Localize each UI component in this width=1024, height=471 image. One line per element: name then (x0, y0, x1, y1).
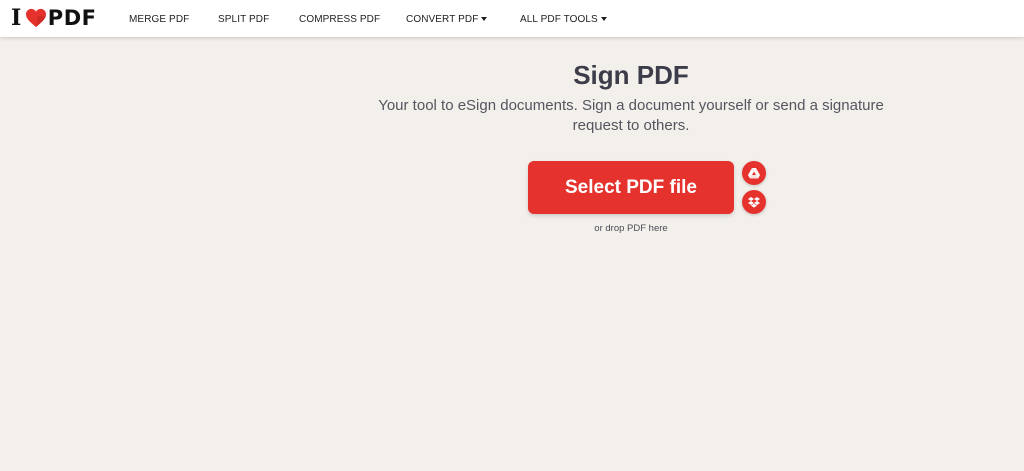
select-pdf-file-button[interactable]: Select PDF file (528, 161, 734, 214)
nav-item-label: SPLIT PDF (218, 13, 270, 25)
caret-down-icon (481, 17, 488, 21)
dropbox-button[interactable] (742, 190, 766, 214)
select-pdf-file-label: Select PDF file (565, 176, 697, 198)
caret-down-icon (600, 17, 607, 21)
nav-all-pdf-tools[interactable]: ALL PDF TOOLS (520, 12, 607, 26)
nav-split-pdf[interactable]: SPLIT PDF (218, 12, 269, 26)
drop-hint-text: or drop PDF here (594, 223, 668, 234)
google-drive-button[interactable] (742, 161, 766, 185)
nav-item-label: ALL PDF TOOLS (520, 13, 598, 25)
main-nav: MERGE PDF SPLIT PDF COMPRESS PDF CONVERT… (0, 0, 1024, 37)
nav-item-label: CONVERT PDF (406, 13, 479, 25)
top-navbar: I PDF MERGE PDF SPLIT PDF COMPRESS PDF C… (0, 0, 1024, 37)
page-title: Sign PDF (573, 60, 689, 90)
nav-convert-pdf[interactable]: CONVERT PDF (406, 12, 488, 26)
nav-merge-pdf[interactable]: MERGE PDF (129, 12, 189, 26)
tool-hero: Sign PDF Your tool to eSign documents. S… (0, 37, 1024, 471)
nav-item-label: MERGE PDF (129, 13, 190, 25)
nav-compress-pdf[interactable]: COMPRESS PDF (299, 12, 380, 26)
google-drive-icon (748, 167, 760, 178)
page-subtitle: Your tool to eSign documents. Sign a doc… (378, 97, 884, 134)
dropbox-icon (748, 196, 760, 208)
nav-item-label: COMPRESS PDF (299, 13, 381, 25)
